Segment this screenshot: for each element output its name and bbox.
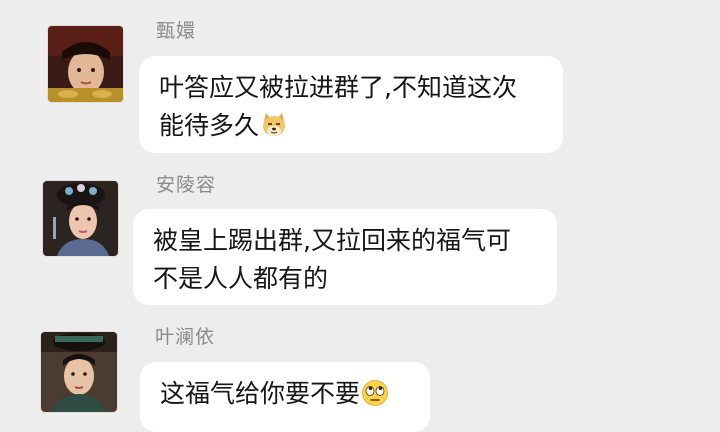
avatar[interactable] [41, 332, 117, 412]
eye-roll-emoji-icon [361, 379, 389, 407]
message-bubble[interactable]: 这福气给你要不要 [140, 362, 430, 432]
message-text: 这福气给你要不要 [160, 379, 361, 408]
sender-name: 甄嬛 [156, 20, 197, 42]
message-bubble[interactable]: 被皇上踢出群,又拉回来的福气可 不是人人都有的 [133, 209, 557, 305]
sender-name: 叶澜依 [155, 326, 216, 348]
message-text: 叶答应又被拉进群了,不知道这次 能待多久 [159, 73, 517, 140]
sender-name: 安陵容 [156, 174, 217, 196]
message-bubble[interactable]: 叶答应又被拉进群了,不知道这次 能待多久 [139, 56, 563, 153]
message-text: 被皇上踢出群,又拉回来的福气可 不是人人都有的 [153, 226, 511, 293]
doge-face-icon [260, 111, 288, 139]
avatar[interactable] [43, 181, 118, 256]
avatar[interactable] [48, 26, 123, 102]
